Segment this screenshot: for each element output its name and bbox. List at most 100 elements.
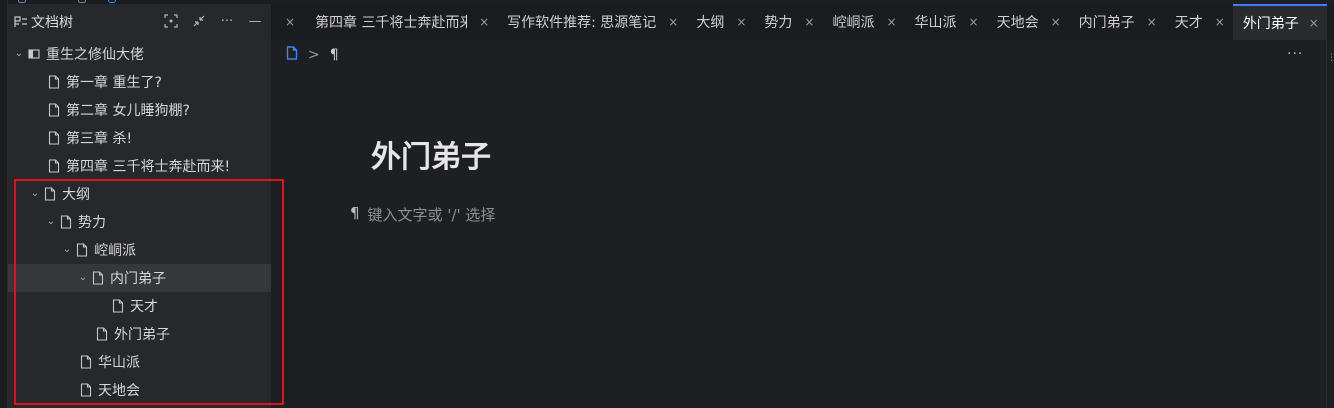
tree-item-tiandihui[interactable]: 天地会 bbox=[8, 376, 271, 404]
more-icon[interactable]: ··· bbox=[1287, 46, 1303, 62]
tree-item-outline[interactable]: ⌄ 大纲 bbox=[8, 180, 271, 208]
close-icon[interactable]: × bbox=[1309, 16, 1319, 30]
panel-title: 文档树 bbox=[31, 15, 73, 31]
collapse-all-icon[interactable] bbox=[191, 14, 207, 30]
tab-label: 外门弟子 bbox=[1242, 16, 1299, 32]
document-tree-panel: 文档树 ··· — ⌄ 重生之修仙大佬 第一章 重生了? 第二章 女儿睡狗棚? … bbox=[8, 4, 271, 408]
chevron-down-icon[interactable]: ⌄ bbox=[44, 208, 58, 236]
panel-header: 文档树 ··· — bbox=[8, 4, 271, 40]
notebook-icon bbox=[28, 47, 40, 61]
editor-placeholder[interactable]: ¶ 键入文字或 '/' 选择 bbox=[350, 204, 495, 225]
close-icon[interactable]: × bbox=[804, 15, 814, 29]
document-tree: ⌄ 重生之修仙大佬 第一章 重生了? 第二章 女儿睡狗棚? 第三章 杀! 第四章… bbox=[8, 40, 271, 404]
tab-genius[interactable]: 天才 × bbox=[1165, 4, 1233, 40]
tree-item-label: 崆峒派 bbox=[94, 243, 136, 259]
tree-item-label: 天才 bbox=[130, 299, 158, 315]
paragraph-icon[interactable]: ¶ bbox=[330, 47, 339, 63]
tab-tiandihui[interactable]: 天地会 × bbox=[987, 4, 1069, 40]
chevron-down-icon[interactable]: ⌄ bbox=[76, 264, 90, 292]
tab-forces[interactable]: 势力 × bbox=[754, 4, 822, 40]
tree-item-label: 外门弟子 bbox=[114, 327, 170, 343]
close-icon[interactable]: × bbox=[479, 15, 489, 29]
tab-label: 天才 bbox=[1174, 15, 1203, 31]
chevron-down-icon[interactable]: ⌄ bbox=[60, 236, 74, 264]
tree-item-doc[interactable]: 第一章 重生了? bbox=[8, 68, 271, 96]
file-tree-icon bbox=[14, 15, 28, 29]
close-icon[interactable]: × bbox=[969, 15, 979, 29]
tab-inner-disciples[interactable]: 内门弟子 × bbox=[1069, 4, 1165, 40]
tree-item-label: 天地会 bbox=[98, 383, 140, 399]
tab-label: 第四章 三千将士奔赴而来 bbox=[315, 15, 468, 31]
tree-item-label: 华山派 bbox=[98, 355, 140, 371]
tree-item-huashan[interactable]: 华山派 bbox=[8, 348, 271, 376]
close-icon[interactable]: × bbox=[1147, 15, 1157, 29]
tab-label: 崆峒派 bbox=[832, 15, 875, 31]
toolbar-icon[interactable] bbox=[78, 0, 86, 3]
tree-item-outer-disciples[interactable]: 外门弟子 bbox=[8, 320, 271, 348]
close-icon[interactable]: × bbox=[668, 15, 678, 29]
tree-item-doc[interactable]: 第三章 杀! bbox=[8, 124, 271, 152]
more-icon[interactable]: ··· bbox=[219, 14, 235, 30]
minimize-icon[interactable]: — bbox=[247, 14, 263, 30]
document-icon bbox=[76, 243, 88, 257]
tree-item-label: 第三章 杀! bbox=[66, 131, 133, 147]
document-icon bbox=[48, 159, 60, 173]
document-title[interactable]: 外门弟子 bbox=[371, 132, 491, 176]
tab-label: 势力 bbox=[764, 15, 793, 31]
tree-item-label: 第四章 三千将士奔赴而来! bbox=[66, 159, 231, 175]
tree-item-notebook[interactable]: ⌄ 重生之修仙大佬 bbox=[8, 40, 271, 68]
document-icon bbox=[44, 187, 56, 201]
tab-chapter-four[interactable]: 第四章 三千将士奔赴而来 × bbox=[305, 4, 497, 40]
document-icon bbox=[80, 383, 92, 397]
tab-label: 写作软件推荐: 思源笔记 bbox=[507, 15, 657, 31]
document-icon bbox=[96, 327, 108, 341]
close-icon[interactable]: × bbox=[1051, 15, 1061, 29]
chevron-down-icon[interactable]: ⌄ bbox=[12, 40, 26, 68]
dock-icon[interactable]: ⋮ bbox=[1327, 54, 1334, 63]
tree-item-label: 第二章 女儿睡狗棚? bbox=[66, 103, 190, 119]
tab-outer-disciples[interactable]: 外门弟子 × bbox=[1232, 4, 1327, 40]
tree-item-label: 大纲 bbox=[62, 187, 90, 203]
close-icon[interactable]: × bbox=[886, 15, 896, 29]
tab-truncated[interactable]: × bbox=[271, 4, 305, 40]
tab-huashan[interactable]: 华山派 × bbox=[905, 4, 987, 40]
tab-writing-software[interactable]: 写作软件推荐: 思源笔记 × bbox=[497, 4, 686, 40]
tree-item-kongtong[interactable]: ⌄ 崆峒派 bbox=[8, 236, 271, 264]
chevron-down-icon[interactable]: ⌄ bbox=[28, 180, 42, 208]
tab-label: 大纲 bbox=[696, 15, 725, 31]
tree-item-label: 第一章 重生了? bbox=[66, 75, 162, 91]
focus-icon[interactable] bbox=[163, 14, 179, 30]
document-icon bbox=[112, 299, 124, 313]
breadcrumb-separator: > bbox=[308, 47, 320, 63]
tree-item-label: 势力 bbox=[78, 215, 106, 231]
paragraph-icon[interactable]: ¶ bbox=[350, 204, 360, 225]
tree-item-genius[interactable]: 天才 bbox=[8, 292, 271, 320]
file-icon[interactable] bbox=[286, 46, 298, 64]
document-icon bbox=[80, 355, 92, 369]
document-icon bbox=[60, 215, 72, 229]
tab-outline[interactable]: 大纲 × bbox=[686, 4, 754, 40]
tree-item-doc[interactable]: 第四章 三千将士奔赴而来! bbox=[8, 152, 271, 180]
close-icon[interactable]: × bbox=[285, 15, 295, 29]
document-icon bbox=[92, 271, 104, 285]
tab-label: 内门弟子 bbox=[1078, 15, 1135, 31]
tree-item-forces[interactable]: ⌄ 势力 bbox=[8, 208, 271, 236]
sync-icon[interactable] bbox=[108, 0, 116, 3]
tree-item-doc[interactable]: 第二章 女儿睡狗棚? bbox=[8, 96, 271, 124]
tree-item-inner-disciples[interactable]: ⌄ 内门弟子 bbox=[8, 264, 271, 292]
tab-kongtong[interactable]: 崆峒派 × bbox=[822, 4, 904, 40]
document-icon bbox=[48, 131, 60, 145]
right-dock-strip: ⋮ bbox=[1326, 40, 1334, 408]
tab-label: 天地会 bbox=[996, 15, 1039, 31]
close-icon[interactable]: × bbox=[1215, 15, 1225, 29]
document-icon bbox=[48, 103, 60, 117]
toolbar-icon[interactable] bbox=[18, 0, 26, 3]
left-dock-strip bbox=[0, 0, 8, 408]
placeholder-text: 键入文字或 '/' 选择 bbox=[367, 206, 496, 224]
tab-bar: × 第四章 三千将士奔赴而来 × 写作软件推荐: 思源笔记 × 大纲 × 势力 … bbox=[271, 4, 1334, 40]
breadcrumb: > ¶ bbox=[286, 44, 339, 66]
document-icon bbox=[48, 75, 60, 89]
close-icon[interactable]: × bbox=[736, 15, 746, 29]
tree-item-label: 内门弟子 bbox=[110, 271, 166, 287]
tree-item-label: 重生之修仙大佬 bbox=[46, 47, 144, 63]
